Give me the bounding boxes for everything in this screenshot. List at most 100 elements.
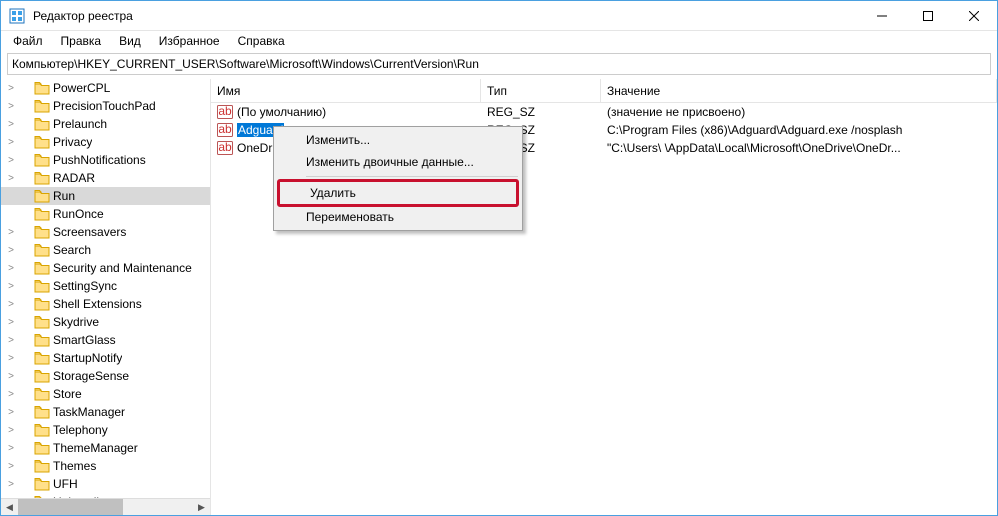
tree-item-label: Privacy bbox=[53, 135, 92, 149]
menu-bar: Файл Правка Вид Избранное Справка bbox=[1, 31, 997, 51]
tree-item[interactable]: >Store bbox=[1, 385, 210, 403]
folder-icon bbox=[34, 171, 50, 185]
tree-item-label: RunOnce bbox=[53, 207, 104, 221]
expand-chevron-icon[interactable]: > bbox=[5, 443, 17, 454]
tree-item[interactable]: >Themes bbox=[1, 457, 210, 475]
tree-item-label: PrecisionTouchPad bbox=[53, 99, 156, 113]
context-menu-rename[interactable]: Переименовать bbox=[276, 206, 520, 228]
folder-icon bbox=[34, 99, 50, 113]
expand-chevron-icon[interactable]: > bbox=[5, 137, 17, 148]
expand-chevron-icon[interactable]: > bbox=[5, 407, 17, 418]
folder-icon bbox=[34, 297, 50, 311]
expand-chevron-icon[interactable]: > bbox=[5, 281, 17, 292]
folder-icon bbox=[34, 117, 50, 131]
tree-item-label: TaskManager bbox=[53, 405, 125, 419]
tree-item[interactable]: > StartupNotify bbox=[1, 349, 210, 367]
folder-icon bbox=[34, 441, 50, 455]
column-header-name[interactable]: Имя bbox=[211, 79, 481, 102]
tree-item-label: StartupNotify bbox=[53, 351, 122, 365]
expand-chevron-icon[interactable]: > bbox=[5, 299, 17, 310]
expand-chevron-icon[interactable]: > bbox=[5, 335, 17, 346]
folder-icon bbox=[34, 243, 50, 257]
list-row[interactable]: ab(По умолчанию)REG_SZ(значение не присв… bbox=[211, 103, 997, 121]
tree-item[interactable]: >UFH bbox=[1, 475, 210, 493]
folder-icon bbox=[34, 477, 50, 491]
app-icon bbox=[9, 8, 25, 24]
menu-edit[interactable]: Правка bbox=[53, 32, 110, 50]
value-data: C:\Program Files (x86)\Adguard\Adguard.e… bbox=[601, 123, 997, 137]
context-menu: Изменить... Изменить двоичные данные... … bbox=[273, 126, 523, 231]
title-bar: Редактор реестра bbox=[1, 1, 997, 31]
context-menu-modify[interactable]: Изменить... bbox=[276, 129, 520, 151]
string-value-icon: ab bbox=[217, 141, 233, 155]
tree-item[interactable]: > StorageSense bbox=[1, 367, 210, 385]
tree-item[interactable]: >ThemeManager bbox=[1, 439, 210, 457]
tree-item-label: Run bbox=[53, 189, 75, 203]
context-menu-modify-binary[interactable]: Изменить двоичные данные... bbox=[276, 151, 520, 173]
minimize-button[interactable] bbox=[859, 1, 905, 31]
tree-item[interactable]: >Run bbox=[1, 187, 210, 205]
expand-chevron-icon[interactable]: > bbox=[5, 371, 17, 382]
folder-icon bbox=[34, 225, 50, 239]
tree-item[interactable]: >Skydrive bbox=[1, 313, 210, 331]
tree-item[interactable]: > TaskManager bbox=[1, 403, 210, 421]
folder-icon bbox=[34, 369, 50, 383]
folder-icon bbox=[34, 423, 50, 437]
expand-chevron-icon[interactable]: > bbox=[5, 119, 17, 130]
close-button[interactable] bbox=[951, 1, 997, 31]
menu-file[interactable]: Файл bbox=[5, 32, 51, 50]
tree-item[interactable]: >SettingSync bbox=[1, 277, 210, 295]
tree-item[interactable]: > PrecisionTouchPad bbox=[1, 97, 210, 115]
scroll-right-arrow[interactable]: ▶ bbox=[193, 499, 210, 516]
expand-chevron-icon[interactable]: > bbox=[5, 425, 17, 436]
tree-item[interactable]: >Telephony bbox=[1, 421, 210, 439]
expand-chevron-icon[interactable]: > bbox=[5, 353, 17, 364]
tree-item[interactable]: >Search bbox=[1, 241, 210, 259]
tree-item[interactable]: >SmartGlass bbox=[1, 331, 210, 349]
tree-item[interactable]: >RunOnce bbox=[1, 205, 210, 223]
tree-item[interactable]: >PushNotifications bbox=[1, 151, 210, 169]
tree-horizontal-scrollbar[interactable]: ◀ ▶ bbox=[1, 498, 210, 515]
tree-item[interactable]: > Screensavers bbox=[1, 223, 210, 241]
folder-icon bbox=[34, 261, 50, 275]
scroll-thumb[interactable] bbox=[18, 499, 123, 516]
tree-body[interactable]: >PowerCPL>PrecisionTouchPad>Prelaunch>Pr… bbox=[1, 79, 210, 498]
tree-item[interactable]: >PowerCPL bbox=[1, 79, 210, 97]
expand-chevron-icon[interactable]: > bbox=[5, 479, 17, 490]
column-header-type[interactable]: Тип bbox=[481, 79, 601, 102]
tree-item-label: StorageSense bbox=[53, 369, 129, 383]
tree-item-label: Screensavers bbox=[53, 225, 126, 239]
tree-item[interactable]: >Security and Maintenance bbox=[1, 259, 210, 277]
scroll-left-arrow[interactable]: ◀ bbox=[1, 499, 18, 516]
tree-item[interactable]: >Shell Extensions bbox=[1, 295, 210, 313]
menu-help[interactable]: Справка bbox=[230, 32, 293, 50]
folder-icon bbox=[34, 135, 50, 149]
expand-chevron-icon[interactable]: > bbox=[5, 245, 17, 256]
expand-chevron-icon[interactable]: > bbox=[5, 389, 17, 400]
tree-item[interactable]: > Privacy bbox=[1, 133, 210, 151]
expand-chevron-icon[interactable]: > bbox=[5, 461, 17, 472]
tree-item-label: Prelaunch bbox=[53, 117, 107, 131]
context-menu-delete[interactable]: Удалить bbox=[277, 179, 519, 207]
expand-chevron-icon[interactable]: > bbox=[5, 101, 17, 112]
column-header-data[interactable]: Значение bbox=[601, 79, 997, 102]
expand-chevron-icon[interactable]: > bbox=[5, 83, 17, 94]
maximize-button[interactable] bbox=[905, 1, 951, 31]
folder-icon bbox=[34, 459, 50, 473]
menu-favorites[interactable]: Избранное bbox=[151, 32, 228, 50]
tree-item[interactable]: > Prelaunch bbox=[1, 115, 210, 133]
scroll-track[interactable] bbox=[18, 499, 193, 516]
folder-icon bbox=[34, 351, 50, 365]
tree-item[interactable]: >RADAR bbox=[1, 169, 210, 187]
folder-icon bbox=[34, 333, 50, 347]
string-value-icon: ab bbox=[217, 105, 233, 119]
expand-chevron-icon[interactable]: > bbox=[5, 263, 17, 274]
address-bar[interactable]: Компьютер\HKEY_CURRENT_USER\Software\Mic… bbox=[7, 53, 991, 75]
value-data: (значение не присвоено) bbox=[601, 105, 997, 119]
menu-view[interactable]: Вид bbox=[111, 32, 149, 50]
expand-chevron-icon[interactable]: > bbox=[5, 227, 17, 238]
expand-chevron-icon[interactable]: > bbox=[5, 317, 17, 328]
expand-chevron-icon[interactable]: > bbox=[5, 155, 17, 166]
expand-chevron-icon[interactable]: > bbox=[5, 173, 17, 184]
folder-icon bbox=[34, 387, 50, 401]
